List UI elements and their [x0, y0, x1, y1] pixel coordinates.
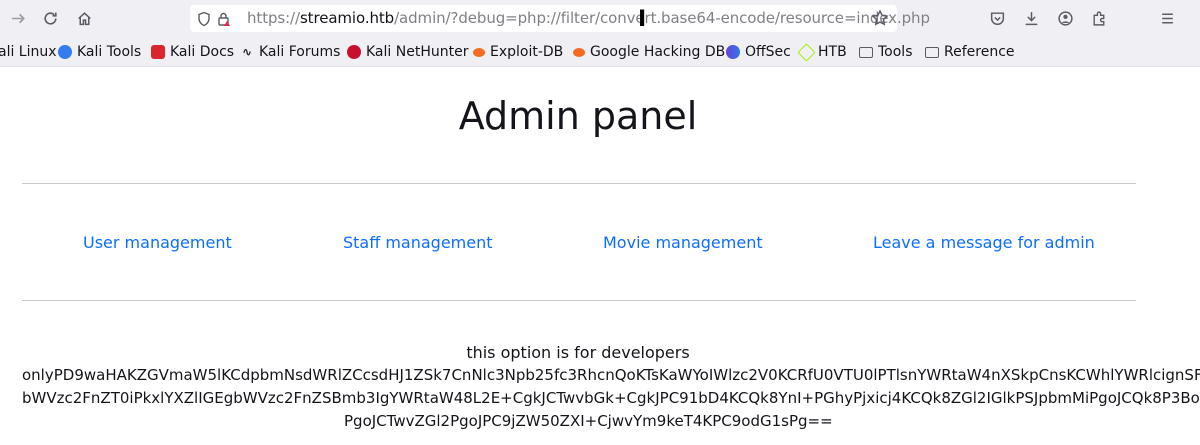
account-icon[interactable] — [1053, 7, 1077, 29]
bookmark-kali-nethunter[interactable]: Kali NetHunter — [347, 43, 468, 61]
page-content: Admin panel User management Staff manage… — [0, 67, 1200, 445]
developer-note: this option is for developers — [466, 343, 690, 362]
bookmark-label: Reference — [944, 44, 1015, 60]
base64-output-line: PgoJCTwvZGl2PgoJPC9jZW50ZXI+CjwvYm9keT4K… — [344, 412, 833, 430]
bookmark-label: Google Hacking DB — [590, 44, 726, 60]
bookmark-kali-forums[interactable]: ∿ Kali Forums — [240, 43, 340, 61]
bookmark-label: Kali Forums — [259, 44, 341, 60]
base64-output-line: onlyPD9waHAKZGVmaW5lKCdpbmNsdWRlZCcsdHJ1… — [22, 366, 1200, 384]
bookmark-offsec[interactable]: OffSec — [726, 43, 791, 61]
bookmark-exploit-db[interactable]: Exploit-DB — [473, 43, 563, 61]
folder-icon — [925, 47, 939, 58]
url-scheme: https:// — [247, 9, 300, 27]
kali-tools-icon — [58, 45, 72, 59]
bookmark-kali-linux[interactable]: ali Linux — [0, 43, 57, 61]
exploit-db-icon — [473, 47, 485, 57]
base64-output-line: bWVzc2FnZT0iPkxlYXZlIGEgbWVzc2FnZSBmb3Ig… — [22, 389, 1200, 407]
pocket-icon[interactable] — [985, 7, 1009, 29]
url-text: https://streamio.htb/admin/?debug=php://… — [247, 9, 930, 27]
bookmarks-toolbar: ali Linux Kali Tools Kali Docs ∿ Kali Fo… — [0, 36, 1200, 67]
hamburger-menu-icon[interactable] — [1155, 7, 1179, 29]
user-management-link[interactable]: User management — [83, 233, 232, 252]
site-info[interactable] — [196, 10, 236, 27]
divider-top — [22, 183, 1136, 184]
lock-warning-icon — [218, 12, 230, 26]
url-path: /admin/?debug=php://filter/convert.base6… — [394, 9, 930, 27]
text-cursor-icon: I — [638, 7, 647, 32]
bookmark-label: Kali Docs — [170, 44, 235, 60]
bookmark-htb[interactable]: HTB — [797, 42, 847, 62]
bookmark-label: Exploit-DB — [490, 44, 564, 60]
extensions-icon[interactable] — [1087, 7, 1111, 29]
nethunter-icon — [347, 45, 361, 59]
bookmark-label: OffSec — [745, 44, 791, 60]
divider-bottom — [22, 300, 1136, 301]
bookmark-label: Tools — [878, 44, 913, 60]
bookmark-google-hacking-db[interactable]: Google Hacking DB — [573, 43, 725, 61]
browser-toolbar: https://streamio.htb/admin/?debug=php://… — [0, 0, 1200, 36]
bookmark-folder-tools[interactable]: Tools — [859, 43, 913, 61]
folder-icon — [859, 47, 873, 58]
forward-arrow-icon[interactable] — [6, 7, 30, 29]
bookmark-kali-tools[interactable]: Kali Tools — [58, 43, 141, 61]
offsec-icon — [726, 45, 740, 59]
bookmark-star-icon[interactable] — [871, 9, 889, 27]
staff-management-link[interactable]: Staff management — [343, 233, 493, 252]
bookmark-label: ali Linux — [0, 44, 57, 60]
bookmark-label: HTB — [818, 44, 847, 60]
download-icon[interactable] — [1019, 7, 1043, 29]
bookmark-kali-docs[interactable]: Kali Docs — [151, 43, 234, 61]
page-title: Admin panel — [458, 94, 698, 138]
ghdb-icon — [573, 47, 585, 57]
toolbar-actions — [985, 7, 1179, 29]
home-icon[interactable] — [72, 7, 96, 29]
shield-icon — [198, 11, 210, 26]
reload-icon[interactable] — [38, 7, 62, 29]
leave-message-link[interactable]: Leave a message for admin — [873, 233, 1095, 252]
htb-icon — [797, 42, 816, 62]
kali-docs-icon — [151, 45, 165, 59]
address-bar[interactable]: https://streamio.htb/admin/?debug=php://… — [190, 5, 930, 32]
kali-forums-icon: ∿ — [241, 45, 253, 59]
bookmark-folder-reference[interactable]: Reference — [925, 43, 1015, 61]
movie-management-link[interactable]: Movie management — [603, 233, 763, 252]
bookmark-label: Kali Tools — [77, 44, 142, 60]
url-host: streamio.htb — [299, 9, 395, 27]
bookmark-label: Kali NetHunter — [366, 44, 469, 60]
